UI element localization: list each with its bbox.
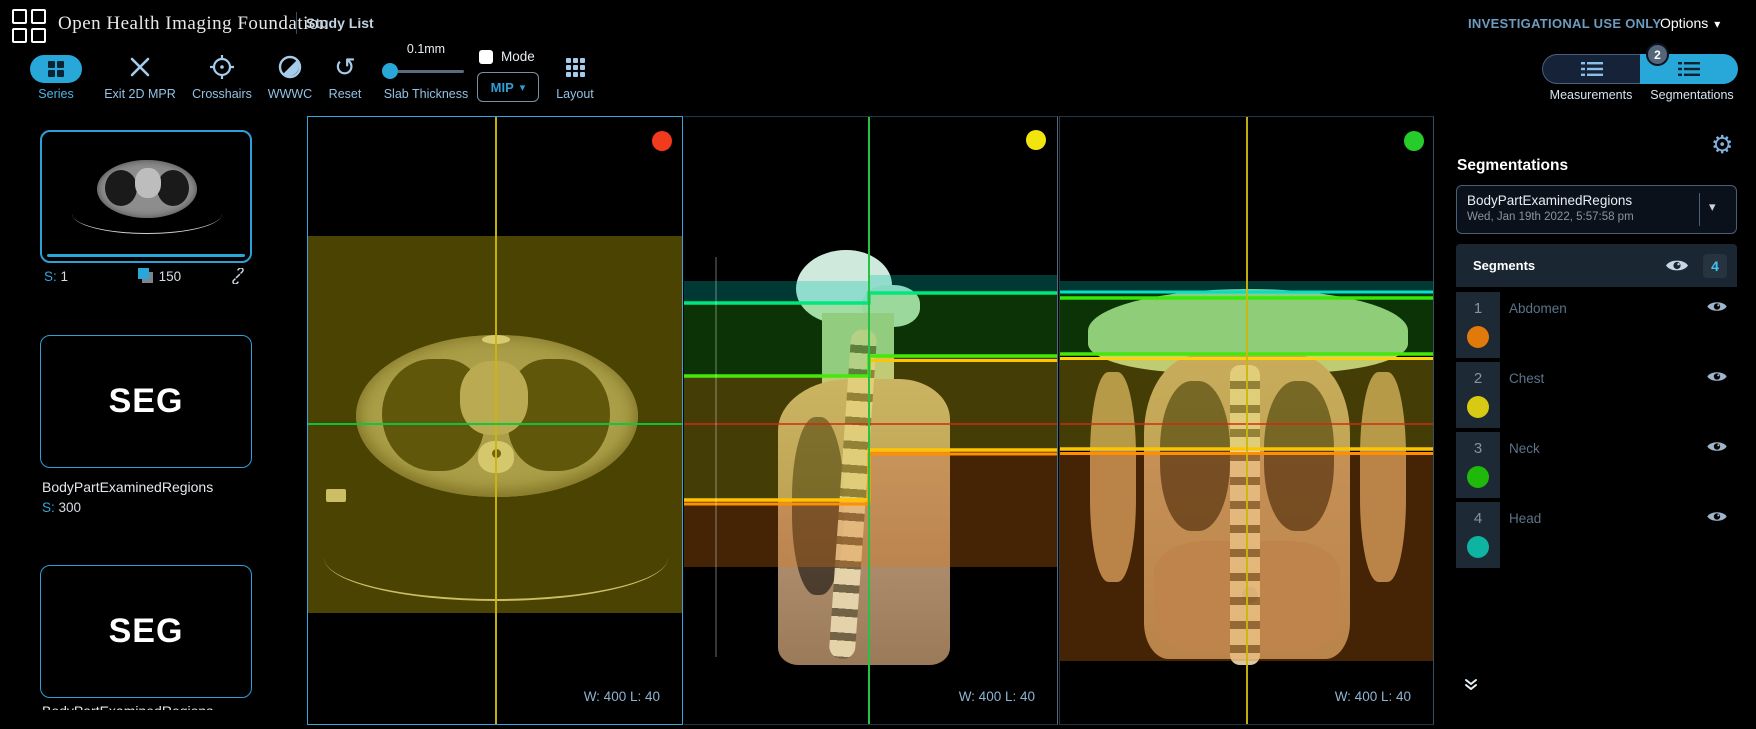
chevron-down-icon: ▾	[519, 81, 526, 94]
window-level-text: W: 400 L: 40	[958, 689, 1035, 704]
segment-row-chest[interactable]: 2 Chest	[1456, 362, 1737, 428]
seg-thumbnail-2[interactable]: SEG	[40, 565, 252, 698]
right-panel-toggle-group	[1542, 54, 1738, 84]
list-icon	[1678, 62, 1700, 76]
segment-region-overlays	[1060, 117, 1433, 724]
series-active-pill	[30, 54, 82, 83]
orientation-dot-green	[1404, 131, 1424, 151]
viewport-coronal[interactable]: W: 400 L: 40	[1059, 116, 1434, 725]
instance-stack-icon	[137, 268, 155, 283]
segmentations-label: Segmentations	[1650, 88, 1734, 102]
toggle-all-visibility-eye-icon[interactable]	[1665, 257, 1689, 274]
segment-visibility-eye-icon[interactable]	[1706, 299, 1728, 314]
slab-thickness-slider-track[interactable]	[388, 70, 464, 73]
orientation-dot-red	[652, 131, 672, 151]
list-icon	[1580, 62, 1603, 76]
series-meta-row: S: 1 150	[44, 268, 256, 288]
segment-region-overlays	[684, 117, 1057, 724]
layout-grid-icon	[565, 57, 585, 77]
segmentations-count-badge: 2	[1646, 43, 1669, 66]
segment-row-abdomen[interactable]: 1 Abdomen	[1456, 292, 1737, 358]
seg-meta-row: S: 300	[42, 500, 82, 515]
segment-color-swatch[interactable]	[1467, 536, 1489, 558]
collapse-panel-double-chevron-icon[interactable]	[1464, 678, 1478, 692]
segment-color-swatch[interactable]	[1467, 396, 1489, 418]
segmentation-name: BodyPartExaminedRegions	[1467, 193, 1633, 208]
window-level-text: W: 400 L: 40	[1334, 689, 1411, 704]
segment-visibility-eye-icon[interactable]	[1706, 369, 1728, 384]
nav-study-list[interactable]: Study List	[306, 15, 374, 31]
options-menu[interactable]: Options ▾	[1660, 15, 1720, 31]
slab-thickness-value: 0.1mm	[406, 42, 446, 56]
segment-row-neck[interactable]: 3 Neck	[1456, 432, 1737, 498]
segmentation-date: Wed, Jan 19th 2022, 5:57:58 pm	[1467, 211, 1634, 223]
slab-thickness-slider-knob[interactable]	[382, 63, 398, 79]
segmentation-panel: ⚙ Segmentations BodyPartExaminedRegions …	[1443, 108, 1756, 729]
segment-row-head[interactable]: 4 Head	[1456, 502, 1737, 568]
segments-count-badge: 4	[1703, 253, 1727, 278]
reset-rotate-icon: ↺	[334, 52, 356, 82]
segment-color-swatch[interactable]	[1467, 326, 1489, 348]
mode-checkbox[interactable]	[479, 50, 493, 64]
link-icon[interactable]	[230, 268, 246, 284]
app-title: Open Health Imaging Foundation	[58, 13, 329, 34]
slab-thickness-label: Slab Thickness	[383, 87, 469, 101]
viewport-sagittal[interactable]: W: 400 L: 40	[684, 116, 1058, 725]
segment-visibility-eye-icon[interactable]	[1706, 439, 1728, 454]
segmentation-panel-title: Segmentations	[1457, 157, 1569, 174]
crosshair-vertical-yellow[interactable]	[495, 117, 497, 724]
exit-2d-mpr-button[interactable]: Exit 2D MPR	[95, 50, 185, 101]
series-thumbnail-ct[interactable]	[40, 130, 252, 263]
layout-button[interactable]: Layout	[530, 50, 620, 101]
ohif-viewer: Open Health Imaging Foundation Study Lis…	[0, 0, 1756, 729]
measurements-panel-button[interactable]	[1542, 54, 1640, 84]
seg-description-clipped: BodyPartExaminedRegions	[42, 703, 254, 710]
seg-thumbnail-1[interactable]: SEG	[40, 335, 252, 468]
window-level-text: W: 400 L: 40	[583, 689, 660, 704]
series-grid-icon	[48, 60, 64, 77]
segment-visibility-eye-icon[interactable]	[1706, 509, 1728, 524]
chevron-down-icon[interactable]: ▾	[1709, 199, 1716, 215]
investigational-use-label: INVESTIGATIONAL USE ONLY	[1468, 16, 1662, 31]
seg-description: BodyPartExaminedRegions	[42, 479, 214, 495]
segments-header: Segments 4	[1456, 244, 1737, 287]
thumbnail-progress-bar	[47, 254, 245, 257]
segment-color-swatch[interactable]	[1467, 466, 1489, 488]
ohif-logo-icon[interactable]	[12, 9, 46, 43]
series-button[interactable]: Series	[11, 50, 101, 101]
header-divider	[296, 12, 297, 34]
viewport-axial[interactable]: W: 400 L: 40	[307, 116, 683, 725]
orientation-dot-yellow	[1026, 130, 1046, 150]
gear-icon[interactable]: ⚙	[1711, 130, 1733, 160]
close-x-icon	[95, 50, 185, 84]
chevron-down-icon: ▾	[1714, 17, 1721, 31]
segmentation-select-dropdown[interactable]: BodyPartExaminedRegions Wed, Jan 19th 20…	[1456, 185, 1737, 234]
crosshair-horizontal-green[interactable]	[308, 423, 682, 425]
